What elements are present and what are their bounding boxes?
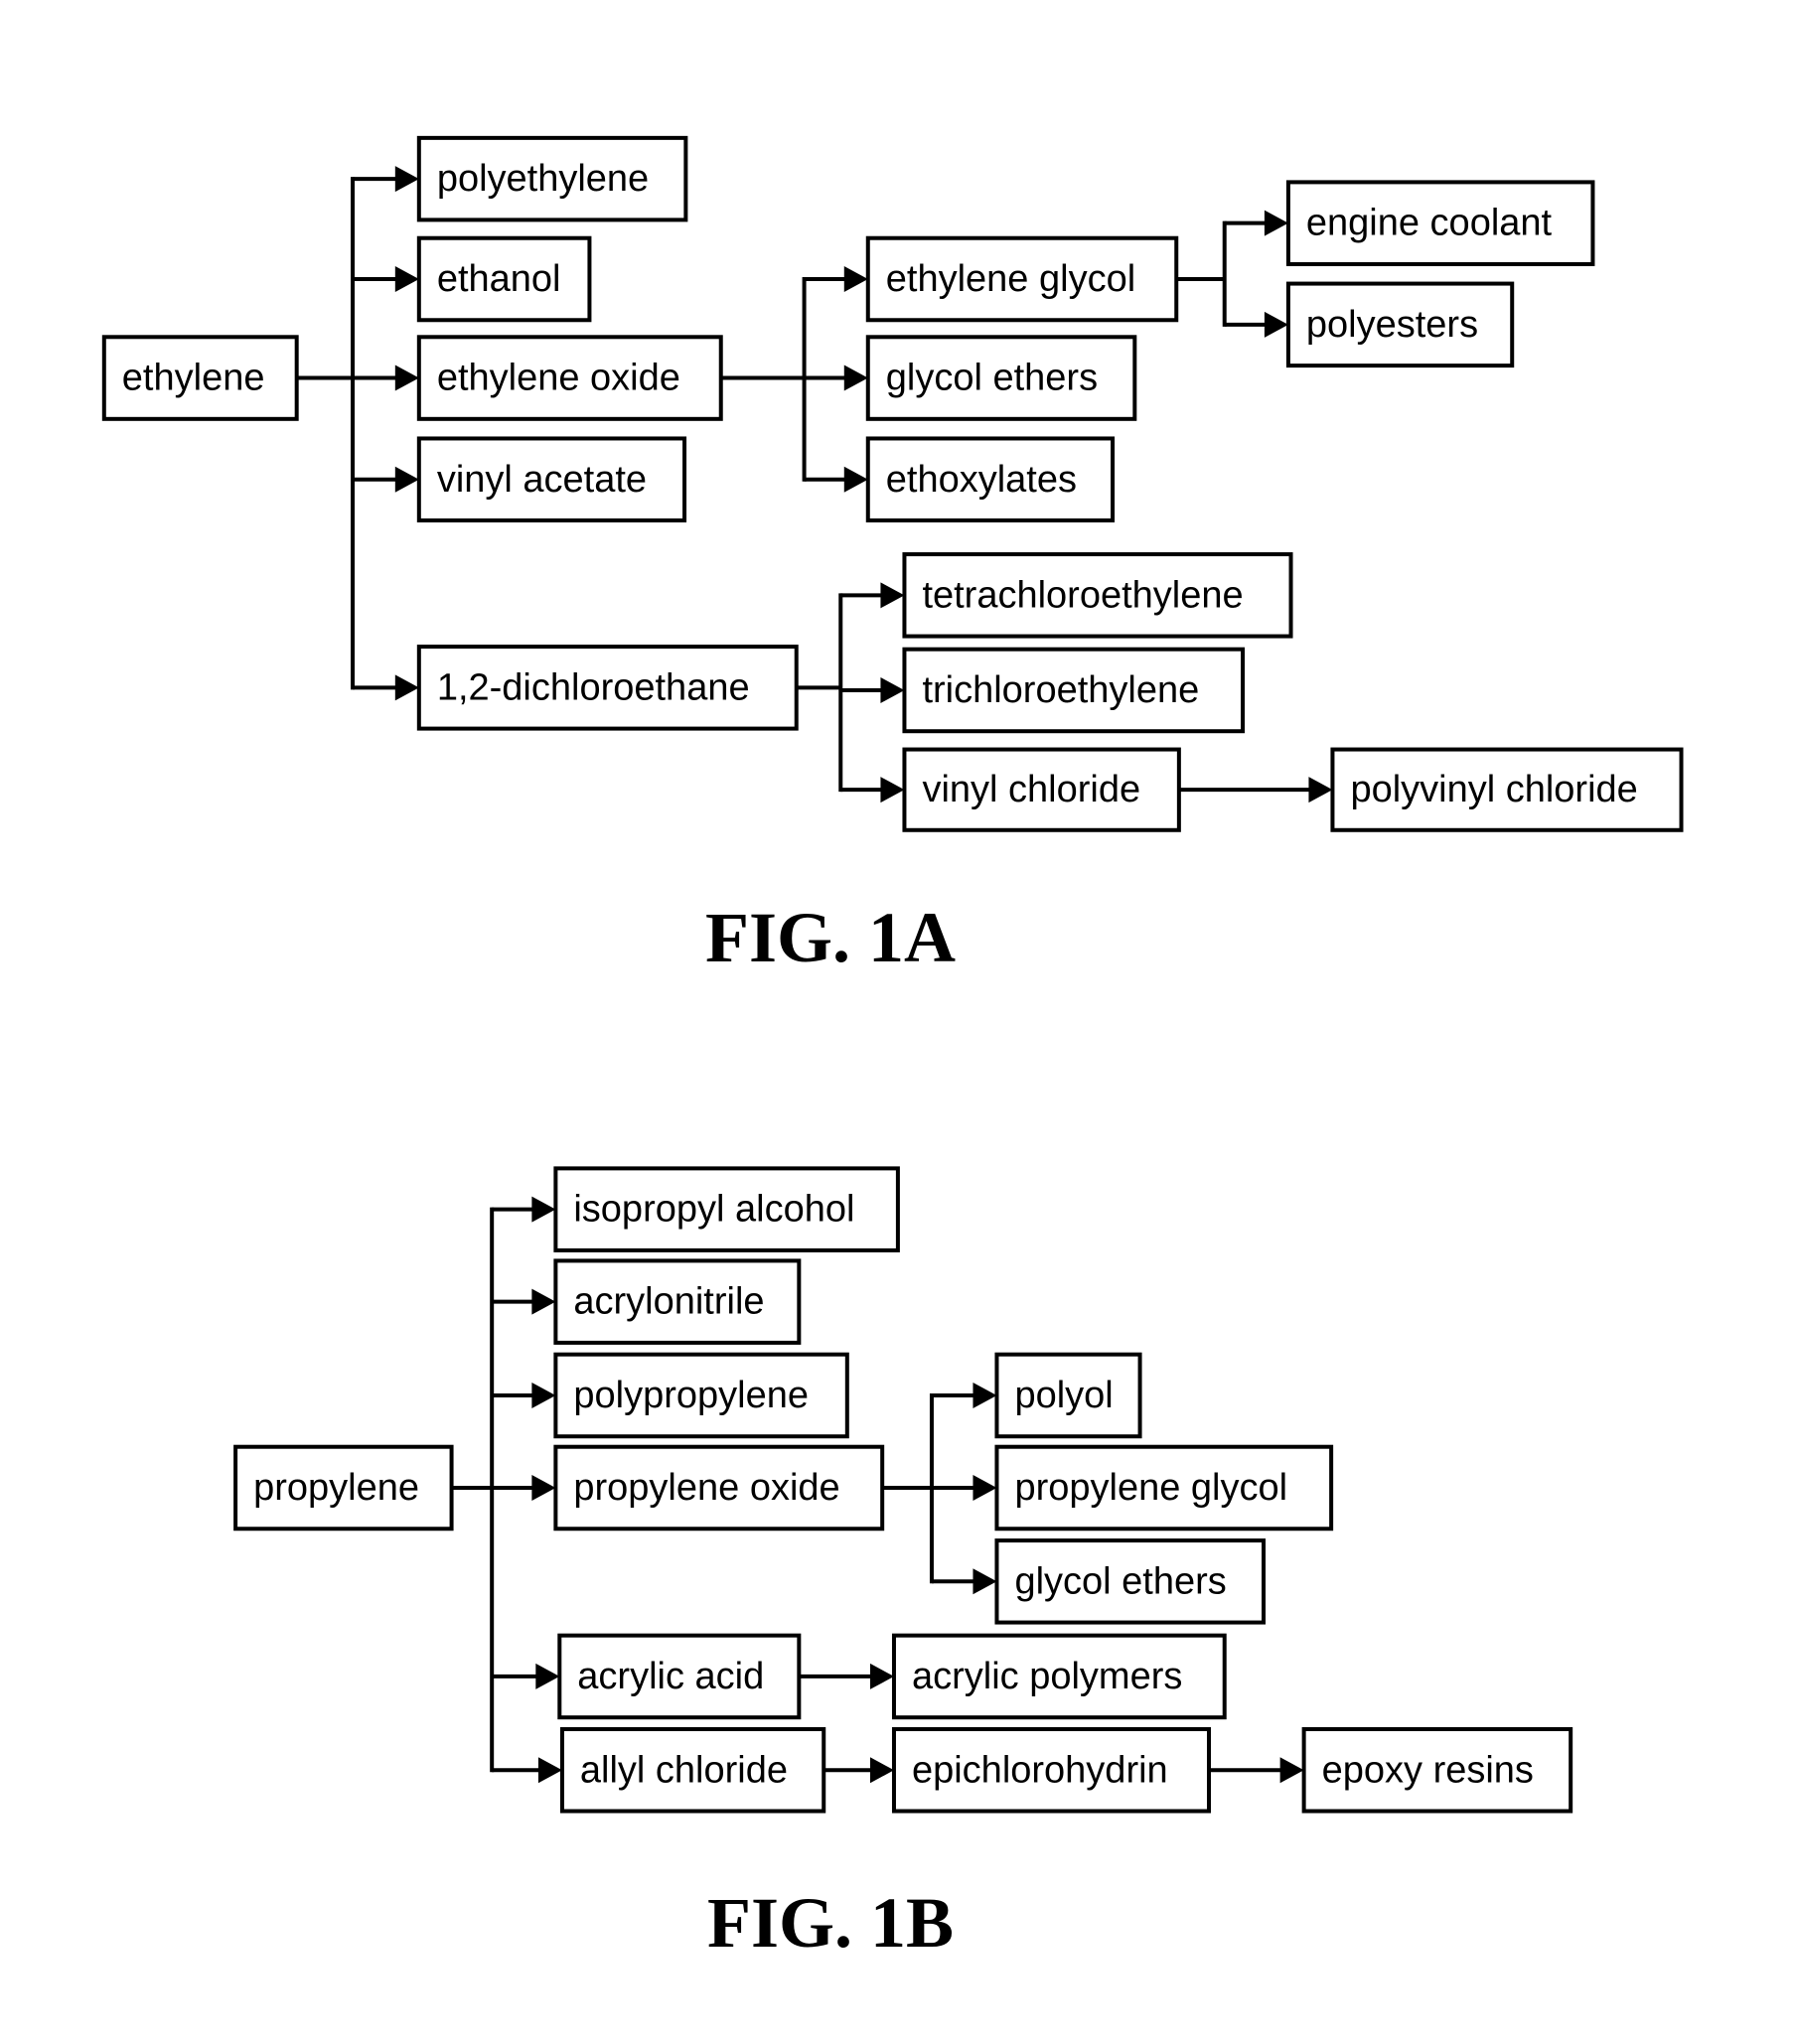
node-vinyl-chloride: vinyl chloride (902, 747, 1181, 832)
arrow-icon (973, 1474, 997, 1501)
arrow-icon (1308, 777, 1333, 803)
node-label: ethylene oxide (437, 358, 680, 399)
node-polypropylene: polypropylene (553, 1352, 849, 1439)
node-ethylene: ethylene (101, 335, 299, 421)
figure-caption-1a: FIG. 1A (705, 898, 956, 977)
arrow-icon (537, 1757, 562, 1784)
arrow-icon (394, 674, 419, 701)
node-label: acrylic polymers (912, 1656, 1182, 1697)
arrow-icon (843, 466, 868, 493)
node-label: trichloroethylene (922, 669, 1199, 711)
node-trichloroethylene: trichloroethylene (902, 647, 1246, 734)
node-label: acrylonitrile (573, 1281, 764, 1323)
arrow-icon (869, 1757, 894, 1784)
node-engine-coolant: engine coolant (1285, 180, 1595, 266)
arrow-icon (535, 1663, 560, 1689)
node-ethylene-oxide: ethylene oxide (416, 335, 723, 421)
node-label: acrylic acid (577, 1656, 764, 1697)
node-label: polypropylene (573, 1375, 809, 1416)
node-label: glycol ethers (1014, 1560, 1226, 1602)
arrow-icon (531, 1288, 556, 1315)
node-epichlorohydrin: epichlorohydrin (891, 1726, 1211, 1814)
node-dichloroethane: 1,2-dichloroethane (416, 645, 799, 731)
node-label: engine coolant (1306, 203, 1553, 244)
node-label: propylene glycol (1014, 1467, 1287, 1509)
arrow-icon (973, 1568, 997, 1595)
node-label: polyol (1014, 1375, 1113, 1416)
node-label: propylene (253, 1467, 419, 1509)
node-epoxy-resins: epoxy resins (1301, 1726, 1573, 1814)
node-isopropyl-alcohol: isopropyl alcohol (553, 1166, 900, 1252)
node-label: glycol ethers (886, 358, 1098, 399)
node-label: isopropyl alcohol (573, 1189, 854, 1231)
node-label: allyl chloride (580, 1749, 788, 1791)
node-polyol: polyol (994, 1352, 1142, 1439)
node-label: vinyl acetate (437, 459, 647, 501)
node-label: epichlorohydrin (912, 1749, 1168, 1791)
arrow-icon (869, 1663, 894, 1689)
node-glycol-ethers-a: glycol ethers (865, 335, 1137, 421)
node-label: ethanol (437, 258, 561, 300)
node-polyesters: polyesters (1285, 281, 1515, 368)
node-label: polyethylene (437, 158, 649, 200)
arrow-icon (1264, 210, 1288, 236)
arrow-icon (843, 265, 868, 292)
arrow-icon (394, 166, 419, 193)
node-label: polyvinyl chloride (1350, 769, 1637, 810)
node-acrylonitrile: acrylonitrile (553, 1258, 802, 1345)
arrow-icon (394, 365, 419, 391)
node-propylene-glycol: propylene glycol (994, 1444, 1334, 1532)
arrow-icon (531, 1474, 556, 1501)
node-acrylic-acid: acrylic acid (557, 1633, 802, 1720)
node-propylene-oxide: propylene oxide (553, 1444, 885, 1532)
node-acrylic-polymers: acrylic polymers (891, 1633, 1227, 1720)
node-label: vinyl chloride (922, 769, 1140, 810)
node-label: tetrachloroethylene (922, 574, 1243, 616)
arrow-icon (1279, 1757, 1304, 1784)
node-glycol-ethers-b: glycol ethers (994, 1538, 1267, 1625)
node-polyvinyl-chloride: polyvinyl chloride (1330, 747, 1684, 832)
arrow-icon (394, 466, 419, 493)
node-ethanol: ethanol (416, 235, 592, 323)
node-label: epoxy resins (1322, 1749, 1534, 1791)
node-tetrachloroethylene: tetrachloroethylene (902, 552, 1293, 639)
arrow-icon (1264, 311, 1288, 338)
node-label: propylene oxide (573, 1467, 839, 1509)
node-ethoxylates: ethoxylates (865, 436, 1116, 522)
diagram-canvas: ethylene polyethylene ethanol ethylene oxid… (101, 135, 1684, 1963)
node-label: ethylene glycol (886, 258, 1135, 300)
node-label: polyesters (1306, 304, 1478, 346)
arrow-icon (973, 1382, 997, 1408)
arrow-icon (531, 1382, 556, 1408)
arrow-icon (843, 365, 868, 391)
node-vinyl-acetate: vinyl acetate (416, 436, 687, 522)
arrow-icon (880, 777, 905, 803)
node-label: ethylene (122, 358, 265, 399)
arrow-icon (880, 676, 905, 703)
node-allyl-chloride: allyl chloride (559, 1726, 826, 1814)
arrow-icon (531, 1196, 556, 1223)
arrow-icon (880, 582, 905, 609)
node-label: 1,2-dichloroethane (437, 666, 750, 708)
figure-caption-1b: FIG. 1B (707, 1883, 954, 1963)
node-polyethylene: polyethylene (416, 135, 688, 222)
node-propylene: propylene (233, 1444, 454, 1532)
node-label: ethoxylates (886, 459, 1077, 501)
arrow-icon (394, 265, 419, 292)
patent-figure-page: ethylene polyethylene ethanol ethylene oxid… (0, 0, 1796, 2044)
node-ethylene-glycol: ethylene glycol (865, 235, 1179, 323)
